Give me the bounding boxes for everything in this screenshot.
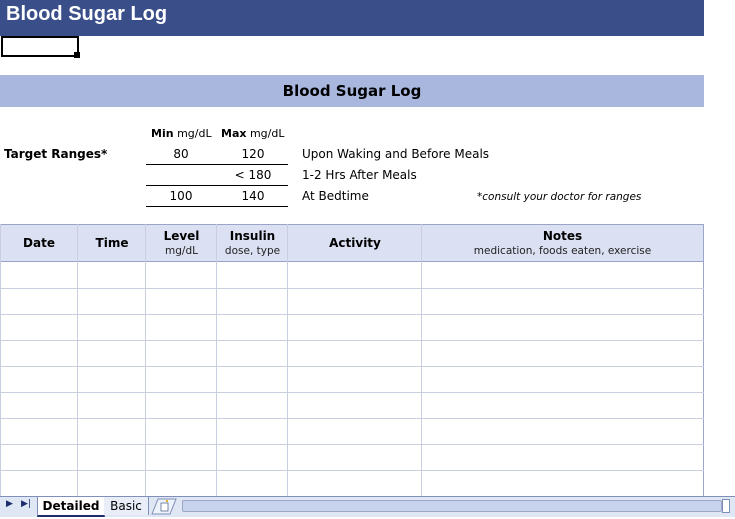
- consult-note: *consult your doctor for ranges: [477, 191, 642, 203]
- target-ranges-label: Target Ranges*: [4, 147, 108, 161]
- col-notes-sub: medication, foods eaten, exercise: [473, 244, 652, 257]
- col-level-title: Level: [163, 228, 200, 243]
- col-time-title: Time: [95, 235, 129, 250]
- table-row[interactable]: [0, 366, 704, 367]
- horizontal-scrollbar[interactable]: [182, 500, 722, 512]
- col-activity[interactable]: Activity: [288, 224, 422, 262]
- grid-vline: [287, 224, 288, 497]
- tab-basic-label: Basic: [110, 499, 142, 513]
- target-desc-2: 1-2 Hrs After Meals: [302, 168, 417, 182]
- target-max-1: 120: [241, 147, 265, 161]
- tab-scroll-next-icon[interactable]: ▶: [6, 499, 13, 509]
- target-underline-2: [146, 185, 288, 186]
- min-header: Min mg/dL: [151, 127, 212, 140]
- grid-right-border: [703, 224, 704, 497]
- target-max-3: 140: [241, 189, 265, 203]
- grid-vline: [0, 224, 1, 497]
- banner-title: Blood Sugar Log: [282, 82, 422, 100]
- max-header: Max mg/dL: [221, 127, 284, 140]
- tab-scroll-last-icon[interactable]: ▶|: [21, 499, 31, 509]
- min-unit: mg/dL: [177, 127, 212, 140]
- sheet-title: Blood Sugar Log: [6, 3, 168, 25]
- tab-detailed-label: Detailed: [42, 499, 100, 513]
- col-insulin-title: Insulin: [229, 228, 276, 243]
- table-row[interactable]: [0, 288, 704, 289]
- col-date-title: Date: [23, 235, 55, 250]
- grid-vline: [421, 224, 422, 497]
- min-label: Min: [151, 127, 174, 140]
- scrollbar-thumb[interactable]: [722, 499, 730, 513]
- col-notes-title: Notes: [542, 228, 583, 243]
- table-row[interactable]: [0, 392, 704, 393]
- max-unit: mg/dL: [249, 127, 285, 140]
- fill-handle[interactable]: [74, 52, 80, 58]
- target-underline-3: [146, 206, 288, 207]
- col-insulin[interactable]: Insulin dose, type: [217, 224, 288, 262]
- table-row[interactable]: [0, 444, 704, 445]
- grid-vline: [77, 224, 78, 497]
- insert-sheet-icon[interactable]: [150, 497, 178, 515]
- table-row[interactable]: [0, 418, 704, 419]
- target-min-1: 80: [173, 147, 189, 161]
- col-date[interactable]: Date: [0, 224, 78, 262]
- tab-basic[interactable]: Basic: [104, 497, 149, 515]
- target-max-2: < 180: [234, 168, 272, 182]
- col-notes[interactable]: Notes medication, foods eaten, exercise: [422, 224, 703, 262]
- col-level[interactable]: Level mg/dL: [146, 224, 217, 262]
- active-cell[interactable]: [1, 36, 79, 57]
- grid-vline: [145, 224, 146, 497]
- col-level-sub: mg/dL: [165, 244, 198, 257]
- col-insulin-sub: dose, type: [224, 244, 281, 257]
- target-min-3: 100: [169, 189, 193, 203]
- col-activity-title: Activity: [329, 235, 381, 250]
- max-label: Max: [221, 127, 247, 140]
- target-desc-3: At Bedtime: [302, 189, 369, 203]
- table-row[interactable]: [0, 340, 704, 341]
- tab-detailed[interactable]: Detailed: [37, 497, 105, 517]
- target-desc-1: Upon Waking and Before Meals: [302, 147, 490, 161]
- target-underline-1: [146, 164, 288, 165]
- col-time[interactable]: Time: [78, 224, 146, 262]
- table-row[interactable]: [0, 314, 704, 315]
- grid-vline: [216, 224, 217, 497]
- table-row[interactable]: [0, 470, 704, 471]
